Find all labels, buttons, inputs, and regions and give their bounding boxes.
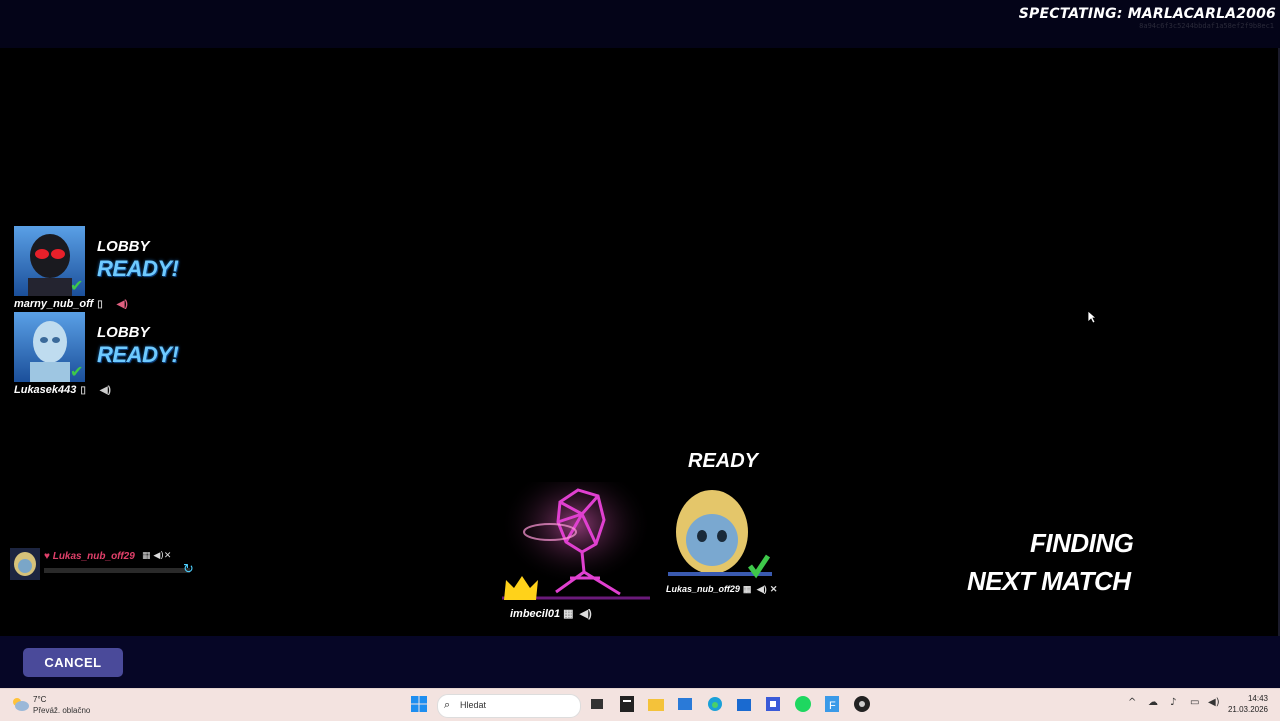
time: 14:43 (1247, 694, 1268, 703)
top-bar: SPECTATING: MARLACARLA2006 8a94c6f3c5244… (0, 0, 1280, 48)
check-icon: ✔ (70, 362, 84, 381)
member-character[interactable] (664, 488, 774, 584)
search-icon: ⌕ (444, 698, 451, 711)
epic-games-icon[interactable] (618, 695, 636, 713)
member-status: LOBBY (97, 324, 150, 341)
spotify-icon[interactable] (794, 695, 812, 713)
ready-indicator: READY! (97, 342, 179, 367)
member-name-row: marny_nub_off ▯ ◀) (14, 298, 128, 310)
player-name: ♥ Lukas_nub_off29 (44, 551, 135, 562)
search-placeholder: Hledat (460, 700, 487, 710)
leader-character[interactable] (500, 482, 652, 604)
ready-indicator: READY! (97, 256, 179, 281)
mute-icon[interactable]: ✕ (770, 584, 778, 594)
speaker-icon[interactable]: ◀) (757, 584, 767, 594)
microphone-icon[interactable]: ♪ (1170, 697, 1176, 708)
temperature: 7°C (33, 695, 47, 704)
weather-widget[interactable]: 7°C Převáž. oblačno (10, 693, 110, 719)
player-name-text: Lukas_nub_off29 (52, 551, 135, 562)
party-member-1[interactable]: ✔ LOBBY READY! marny_nub_off ▯ ◀) (14, 226, 214, 312)
leader-name-row: imbecil01 ▦ ◀) (510, 607, 592, 620)
platform-icon: ▯ (80, 385, 86, 396)
clock[interactable]: 14:43 21.03.2026 (1228, 693, 1268, 715)
bottom-bar (0, 636, 1280, 688)
chevron-up-icon[interactable]: ^ (1128, 697, 1136, 708)
speaker-icon[interactable]: ◀) (153, 551, 163, 561)
member-name: Lukas_nub_off29 (666, 584, 740, 594)
platform-icon: ▦ (142, 551, 151, 561)
member-name-row: Lukasek443 ▯ ◀) (14, 384, 111, 396)
mouse-cursor-icon (1087, 309, 1098, 328)
status-finding: FINDING (1030, 528, 1134, 558)
status-next-match: NEXT MATCH (967, 566, 1131, 596)
start-icon[interactable] (410, 695, 428, 713)
spectating-id: 8a94c6f3c5244bbdaf1a58ef2f9b8ec1 (1139, 22, 1274, 30)
avatar (10, 548, 40, 580)
member-name-row: Lukas_nub_off29 ▦ ◀) ✕ (666, 584, 777, 595)
voice-level-bar (44, 568, 190, 573)
check-icon (748, 554, 771, 579)
network-icon[interactable]: ▭ (1190, 697, 1199, 708)
speaker-icon[interactable]: ◀) (100, 385, 111, 396)
weather-condition: Převáž. oblačno (33, 706, 91, 715)
obs-icon[interactable] (853, 695, 871, 713)
outlook-icon[interactable] (676, 695, 694, 713)
voice-player-row[interactable]: ♥ Lukas_nub_off29 ▦ ◀)✕ ↻ (10, 548, 200, 580)
spectating-label: SPECTATING: MARLACARLA2006 (1018, 6, 1276, 22)
player-icons: ▦ ◀)✕ (142, 551, 171, 561)
cancel-button[interactable]: CANCEL (23, 648, 123, 677)
file-explorer-icon[interactable] (647, 695, 665, 713)
taskbar: 7°C Převáž. oblačno ⌕ Hledat F ^ ☁ ♪ ▭ ◀… (0, 688, 1280, 721)
party-member-2[interactable]: ✔ LOBBY READY! Lukasek443 ▯ ◀) (14, 312, 214, 398)
task-view-icon[interactable] (588, 695, 606, 713)
platform-icon: ▦ (563, 608, 574, 620)
search-input[interactable]: ⌕ Hledat (437, 694, 581, 718)
squad-ready-label: READY (688, 450, 759, 472)
member-status: LOBBY (97, 238, 150, 255)
member-name: Lukasek443 (14, 384, 77, 396)
member-name: marny_nub_off (14, 298, 94, 310)
edge-icon[interactable] (706, 695, 724, 713)
svg-text:F: F (829, 700, 836, 712)
fortnite-icon[interactable]: F (823, 695, 841, 713)
cloud-icon (10, 696, 30, 712)
cloud-sync-icon[interactable]: ☁ (1148, 697, 1158, 708)
leader-name: imbecil01 (510, 608, 561, 620)
app-icon[interactable] (764, 695, 782, 713)
check-icon: ✔ (70, 276, 84, 295)
date: 21.03.2026 (1227, 705, 1268, 714)
game-screen: SPECTATING: MARLACARLA2006 8a94c6f3c5244… (0, 0, 1280, 688)
mute-icon[interactable]: ✕ (164, 551, 172, 561)
volume-icon[interactable]: ◀) (1208, 697, 1220, 708)
refresh-icon: ↻ (183, 562, 194, 577)
store-icon[interactable] (735, 695, 753, 713)
speaker-icon[interactable]: ◀) (117, 299, 128, 310)
platform-icon: ▯ (97, 299, 103, 310)
speaker-icon[interactable]: ◀) (580, 608, 592, 620)
platform-icon: ▦ (742, 584, 752, 594)
